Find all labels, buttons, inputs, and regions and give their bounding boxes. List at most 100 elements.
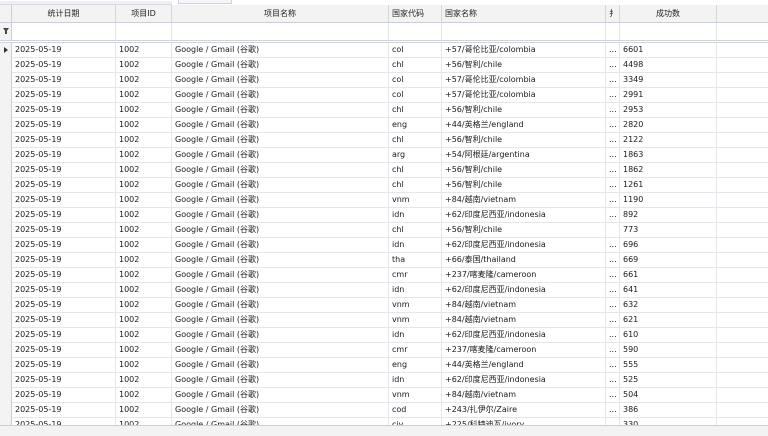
cell-project-name[interactable]: Google / Gmail (谷歌) [172,253,389,268]
cell-project-name[interactable]: Google / Gmail (谷歌) [172,193,389,208]
cell-project-id[interactable]: 1002 [116,163,172,178]
cell-success-count[interactable]: 621 [620,313,717,328]
cell-success-count[interactable]: 1862 [620,163,717,178]
row-header[interactable] [0,43,12,58]
row-header[interactable] [0,118,12,133]
cell-stat-date[interactable]: 2025-05-19 [12,58,116,73]
cell-project-id[interactable]: 1002 [116,328,172,343]
row-header[interactable] [0,343,12,358]
cell-country-code[interactable]: cmr [389,343,442,358]
row-header[interactable] [0,58,12,73]
cell-truncated-col[interactable]: ... [606,403,620,418]
cell-project-id[interactable]: 1002 [116,88,172,103]
row-header[interactable] [0,313,12,328]
column-header-stat-date[interactable]: 统计日期 [12,5,116,22]
cell-project-id[interactable]: 1002 [116,343,172,358]
cell-stat-date[interactable]: 2025-05-19 [12,298,116,313]
cell-stat-date[interactable]: 2025-05-19 [12,148,116,163]
cell-country-code[interactable]: col [389,73,442,88]
table-row[interactable]: 2025-05-19 1002 Google / Gmail (谷歌) chl +56/… [0,58,768,73]
filter-cell-project-name[interactable] [172,23,389,40]
cell-success-count[interactable]: 696 [620,238,717,253]
cell-country-name[interactable]: +62/印度尼西亚/indonesia [442,373,606,388]
cell-stat-date[interactable]: 2025-05-19 [12,103,116,118]
cell-truncated-col[interactable]: ... [606,298,620,313]
row-header[interactable] [0,268,12,283]
cell-project-name[interactable]: Google / Gmail (谷歌) [172,223,389,238]
cell-country-code[interactable]: eng [389,118,442,133]
cell-success-count[interactable]: 3349 [620,73,717,88]
cell-truncated-col[interactable]: ... [606,313,620,328]
table-row[interactable]: 2025-05-19 1002 Google / Gmail (谷歌) eng +44/… [0,118,768,133]
cell-country-code[interactable]: idn [389,283,442,298]
cell-country-name[interactable]: +66/泰国/thailand [442,253,606,268]
cell-country-code[interactable]: chl [389,133,442,148]
row-header[interactable] [0,73,12,88]
cell-success-count[interactable]: 1863 [620,148,717,163]
cell-project-name[interactable]: Google / Gmail (谷歌) [172,283,389,298]
cell-success-count[interactable]: 2820 [620,118,717,133]
cell-project-id[interactable]: 1002 [116,253,172,268]
row-header[interactable] [0,193,12,208]
table-row[interactable]: 2025-05-19 1002 Google / Gmail (谷歌) idn +62/… [0,238,768,253]
cell-stat-date[interactable]: 2025-05-19 [12,253,116,268]
cell-success-count[interactable]: 669 [620,253,717,268]
cell-stat-date[interactable]: 2025-05-19 [12,223,116,238]
row-header[interactable] [0,373,12,388]
filter-cell-project-id[interactable] [116,23,172,40]
cell-success-count[interactable]: 525 [620,373,717,388]
cell-truncated-col[interactable]: ... [606,373,620,388]
row-header[interactable] [0,358,12,373]
cell-truncated-col[interactable]: ... [606,388,620,403]
cell-project-name[interactable]: Google / Gmail (谷歌) [172,73,389,88]
cell-country-code[interactable]: chl [389,103,442,118]
cell-success-count[interactable]: 610 [620,328,717,343]
cell-project-name[interactable]: Google / Gmail (谷歌) [172,328,389,343]
filter-cell-truncated-col[interactable] [606,23,620,40]
cell-success-count[interactable]: 2953 [620,103,717,118]
cell-project-id[interactable]: 1002 [116,43,172,58]
cell-project-name[interactable]: Google / Gmail (谷歌) [172,313,389,328]
column-header-truncated-col[interactable]: 扌 [606,5,620,22]
cell-project-name[interactable]: Google / Gmail (谷歌) [172,88,389,103]
cell-stat-date[interactable]: 2025-05-19 [12,73,116,88]
cell-country-code[interactable]: idn [389,208,442,223]
cell-country-name[interactable]: +84/越南/vietnam [442,298,606,313]
cell-country-name[interactable]: +62/印度尼西亚/indonesia [442,238,606,253]
cell-success-count[interactable]: 386 [620,403,717,418]
cell-project-id[interactable]: 1002 [116,388,172,403]
filter-cell-stat-date[interactable] [12,23,116,40]
cell-project-name[interactable]: Google / Gmail (谷歌) [172,103,389,118]
cell-country-name[interactable]: +62/印度尼西亚/indonesia [442,283,606,298]
cell-truncated-col[interactable]: ... [606,328,620,343]
cell-truncated-col[interactable]: ... [606,118,620,133]
cell-truncated-col[interactable]: ... [606,268,620,283]
column-header-project-id[interactable]: 项目ID [116,5,172,22]
table-row[interactable]: 2025-05-19 1002 Google / Gmail (谷歌) col +57/… [0,43,768,58]
column-header-country-name[interactable]: 国家名称 [442,5,606,22]
cell-country-name[interactable]: +84/越南/vietnam [442,193,606,208]
cell-success-count[interactable]: 773 [620,223,717,238]
cell-stat-date[interactable]: 2025-05-19 [12,88,116,103]
table-row[interactable]: 2025-05-19 1002 Google / Gmail (谷歌) eng +44/… [0,358,768,373]
cell-country-code[interactable]: eng [389,358,442,373]
table-row[interactable]: 2025-05-19 1002 Google / Gmail (谷歌) vnm +84/… [0,298,768,313]
cell-stat-date[interactable]: 2025-05-19 [12,208,116,223]
cell-success-count[interactable]: 590 [620,343,717,358]
cell-project-id[interactable]: 1002 [116,58,172,73]
cell-project-id[interactable]: 1002 [116,103,172,118]
filter-cell-country-code[interactable] [389,23,442,40]
cell-project-name[interactable]: Google / Gmail (谷歌) [172,58,389,73]
cell-stat-date[interactable]: 2025-05-19 [12,313,116,328]
cell-country-name[interactable]: +237/喀麦隆/cameroon [442,268,606,283]
cell-country-name[interactable]: +84/越南/vietnam [442,388,606,403]
cell-country-code[interactable]: vnm [389,388,442,403]
row-header[interactable] [0,388,12,403]
table-row[interactable]: 2025-05-19 1002 Google / Gmail (谷歌) col +57/… [0,73,768,88]
cell-truncated-col[interactable]: ... [606,358,620,373]
cell-truncated-col[interactable]: ... [606,88,620,103]
cell-project-id[interactable]: 1002 [116,403,172,418]
cell-country-name[interactable]: +56/智利/chile [442,133,606,148]
table-row[interactable]: 2025-05-19 1002 Google / Gmail (谷歌) cod +243… [0,403,768,418]
cell-project-name[interactable]: Google / Gmail (谷歌) [172,163,389,178]
